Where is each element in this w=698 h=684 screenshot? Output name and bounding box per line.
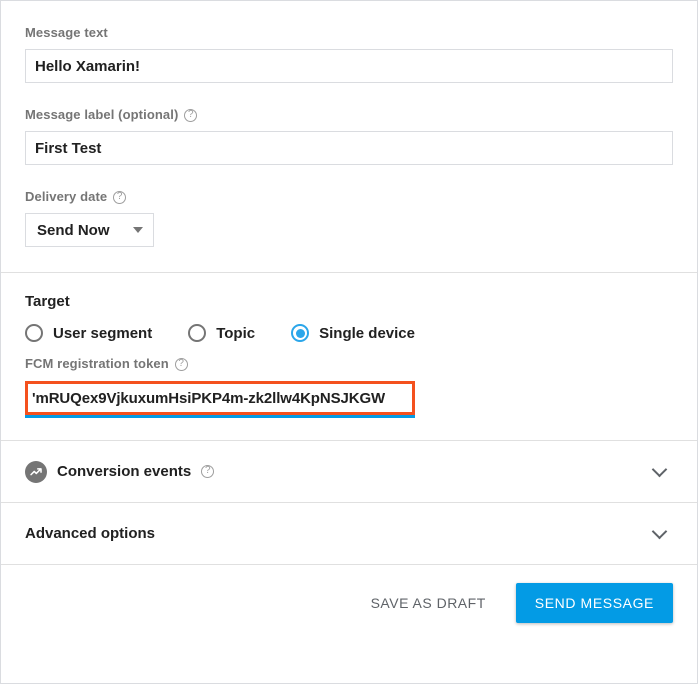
message-label-label: Message label (optional) ? (25, 107, 673, 123)
message-text-label-text: Message text (25, 25, 108, 41)
message-label-field-group: Message label (optional) ? First Test (1, 83, 697, 165)
fcm-token-field-wrapper: 'mRUQex9VjkuxumHsiPKP4m-zk2llw4KpNSJKGW (25, 381, 415, 418)
target-radio-group: User segment Topic Single device (25, 324, 673, 342)
message-label-input[interactable]: First Test (25, 131, 673, 165)
help-icon-glyph: ? (117, 192, 123, 202)
help-icon[interactable]: ? (184, 109, 197, 122)
fcm-token-label: FCM registration token ? (25, 356, 673, 372)
delivery-date-label-text: Delivery date (25, 189, 107, 205)
radio-icon[interactable] (25, 324, 43, 342)
conversion-events-title-group: Conversion events ? (25, 461, 214, 483)
help-icon-glyph: ? (205, 466, 211, 476)
send-message-button[interactable]: SEND MESSAGE (516, 583, 673, 623)
help-icon[interactable]: ? (113, 191, 126, 204)
help-icon-glyph: ? (178, 359, 184, 369)
message-text-input[interactable]: Hello Xamarin! (25, 49, 673, 83)
radio-option-single-device[interactable]: Single device (291, 324, 415, 342)
fcm-token-focus-underline (25, 415, 415, 418)
fcm-token-input[interactable]: 'mRUQex9VjkuxumHsiPKP4m-zk2llw4KpNSJKGW (28, 390, 385, 407)
compose-notification-card: Message text Hello Xamarin! Message labe… (0, 0, 698, 684)
delivery-date-field-group: Delivery date ? Send Now (1, 165, 697, 272)
fcm-token-label-text: FCM registration token (25, 356, 169, 372)
help-icon[interactable]: ? (175, 358, 188, 371)
message-text-label: Message text (25, 25, 673, 41)
form-footer: SAVE AS DRAFT SEND MESSAGE (1, 565, 697, 640)
fcm-token-highlight-box: 'mRUQex9VjkuxumHsiPKP4m-zk2llw4KpNSJKGW (25, 381, 415, 415)
radio-option-user-segment[interactable]: User segment (25, 324, 152, 342)
delivery-date-label: Delivery date ? (25, 189, 673, 205)
conversion-events-icon (25, 461, 47, 483)
delivery-date-selected-value: Send Now (37, 222, 110, 239)
chevron-down-icon (133, 227, 143, 233)
chevron-down-icon[interactable] (652, 461, 668, 477)
radio-label: Topic (216, 325, 255, 342)
target-section: Target User segment Topic Single device … (1, 273, 697, 440)
message-text-field-group: Message text Hello Xamarin! (1, 1, 697, 83)
delivery-date-select[interactable]: Send Now (25, 213, 154, 247)
radio-icon-selected[interactable] (291, 324, 309, 342)
message-label-label-text: Message label (optional) (25, 107, 178, 123)
advanced-options-title-group: Advanced options (25, 525, 155, 542)
save-as-draft-button[interactable]: SAVE AS DRAFT (363, 585, 494, 621)
target-title: Target (25, 293, 673, 310)
radio-icon[interactable] (188, 324, 206, 342)
advanced-options-title: Advanced options (25, 525, 155, 542)
chevron-down-icon[interactable] (652, 523, 668, 539)
help-icon-glyph: ? (188, 110, 194, 120)
conversion-events-section-header[interactable]: Conversion events ? (1, 441, 697, 502)
radio-option-topic[interactable]: Topic (188, 324, 255, 342)
radio-label: User segment (53, 325, 152, 342)
help-icon[interactable]: ? (201, 465, 214, 478)
advanced-options-section-header[interactable]: Advanced options (1, 503, 697, 564)
conversion-events-title: Conversion events (57, 463, 191, 480)
radio-label: Single device (319, 325, 415, 342)
